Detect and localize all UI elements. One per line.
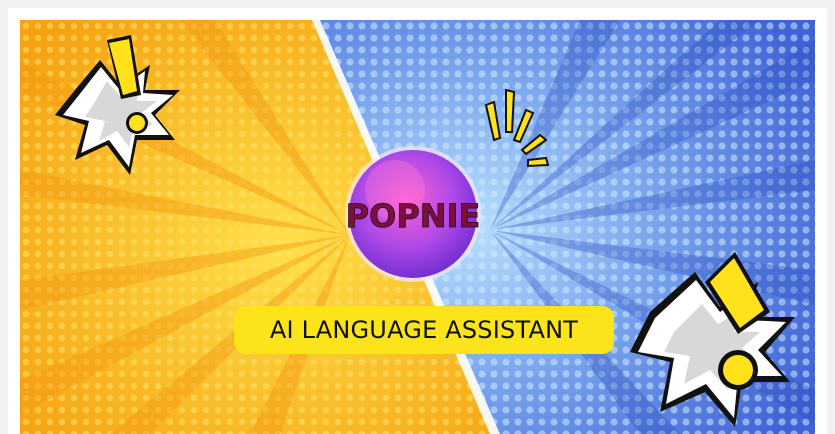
logo-text: POPNIE [346, 197, 481, 235]
popnie-logo: POPNIE [345, 146, 481, 282]
tagline-badge: AI LANGUAGE ASSISTANT [234, 306, 614, 354]
image-card: POPNIE AI LANGUAGE ASSISTANT [8, 8, 827, 434]
banner-artwork: POPNIE [20, 20, 815, 434]
popnie-banner: POPNIE AI LANGUAGE ASSISTANT [20, 20, 815, 434]
